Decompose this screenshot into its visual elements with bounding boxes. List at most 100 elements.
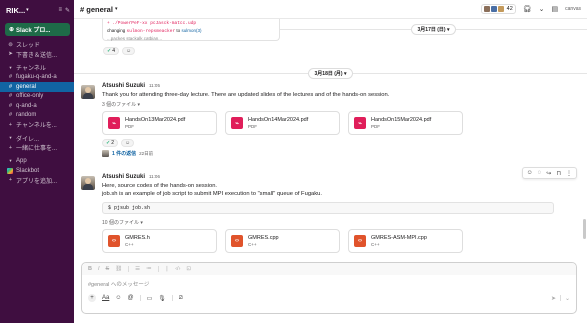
timestamp[interactable]: 11:06	[149, 174, 160, 179]
channel-title[interactable]: # general	[80, 5, 113, 14]
thread-summary[interactable]: 1 件の返信 22日前	[102, 150, 577, 157]
add-reaction-button[interactable]: ☺	[120, 139, 135, 147]
slash-command-icon[interactable]: ⧄	[179, 295, 183, 302]
code-icon[interactable]: ‹/›	[175, 266, 180, 272]
plus-icon: +	[8, 144, 13, 151]
file-card[interactable]: ⌁ HandsOn14Mar2024.pdf PDF	[225, 111, 340, 135]
blockquote-icon[interactable]: ❘	[165, 266, 170, 272]
divider	[139, 295, 141, 301]
sidebar-item-random[interactable]: # random	[0, 111, 74, 121]
sidebar-item-office-only[interactable]: # office-only	[0, 92, 74, 102]
chevron-down-icon[interactable]: ▾	[115, 6, 118, 12]
chevron-down-icon[interactable]: ▾	[26, 7, 29, 13]
sidebar-item-general[interactable]: # general	[0, 82, 74, 92]
file-name: GMRES-ASM-MPI.cpp	[371, 235, 427, 241]
file-type: C++	[248, 242, 257, 247]
scrollbar[interactable]	[583, 219, 586, 239]
file-card[interactable]: ‹› GMRES-ASM-MPI.cpp C++	[348, 229, 463, 253]
code-file-icon: ‹›	[231, 235, 243, 247]
code-block-icon[interactable]: ⊡	[186, 266, 191, 272]
thread-icon: ⊚	[8, 41, 13, 48]
workspace-header[interactable]: RIK... ▾ ≡ ✎	[0, 0, 74, 20]
formatting-toggle-icon[interactable]: Aa	[102, 295, 109, 301]
file-card[interactable]: ⌁ HandsOn13Mar2024.pdf PDF	[102, 111, 217, 135]
date-pill[interactable]: 3月18日 (月) ▾	[307, 67, 354, 79]
sidebar: RIK... ▾ ≡ ✎ ⊕ Slack プロ... ⊚ スレッド ➤ 下書き＆…	[0, 0, 74, 323]
sidebar-item-label: fugaku-q-and-a	[16, 74, 57, 81]
sidebar-item-fugaku-q-and-a[interactable]: # fugaku-q-and-a	[0, 73, 74, 83]
formatting-toolbar: B I S ⛓︎ ☰ ≔ ❘ ‹/› ⊡	[82, 263, 576, 275]
add-app-button[interactable]: + アプリを追加...	[0, 176, 74, 186]
invite-coworkers-button[interactable]: + 一緒に仕事を...	[0, 143, 74, 153]
bulleted-list-icon[interactable]: ≔	[146, 266, 152, 272]
emoji-icon[interactable]: ☺	[115, 295, 121, 301]
files-label[interactable]: 3 個のファイル ▾	[102, 101, 577, 108]
date-label: 3月17日 (日)	[417, 26, 446, 33]
sidebar-item-slackbot[interactable]: Slackbot	[0, 166, 74, 176]
file-name: GMRES.cpp	[248, 235, 279, 241]
file-card[interactable]: ⌁ HandsOn15Mar2024.pdf PDF	[348, 111, 463, 135]
previous-message-attachment: + ./PowerPeF-xx pcJasck-matcc.udp changi…	[102, 19, 280, 41]
file-card[interactable]: ‹› GMRES.h C++	[102, 229, 217, 253]
headphones-icon[interactable]: 🎧︎	[523, 5, 532, 13]
sidebar-item-label: 一緒に仕事を...	[16, 146, 58, 153]
ordered-list-icon[interactable]: ☰	[135, 266, 140, 272]
channel-header: # general ▾ 42 🎧︎ ⌄ ▤ canvas	[74, 0, 587, 19]
thread-reply-link[interactable]: 1 件の返信	[112, 150, 136, 157]
send-icon[interactable]: ➤	[551, 295, 556, 302]
sidebar-item-threads[interactable]: ⊚ スレッド	[0, 40, 74, 50]
file-name: GMRES.h	[125, 235, 150, 241]
mention-icon[interactable]: @	[127, 295, 133, 301]
video-icon[interactable]: ▭	[147, 295, 153, 302]
timestamp[interactable]: 11:05	[149, 83, 160, 88]
strikethrough-icon[interactable]: S	[106, 266, 110, 272]
sidebar-item-drafts[interactable]: ➤ 下書き＆送信...	[0, 50, 74, 60]
attach-plus-icon[interactable]: +	[88, 294, 96, 302]
members-button[interactable]: 42	[480, 4, 516, 14]
slackbot-avatar	[7, 167, 13, 174]
bold-icon[interactable]: B	[88, 266, 92, 272]
composer-actions: + Aa ☺ @ ▭ 🎙︎ ⧄ ➤ ⌄	[82, 292, 576, 304]
avatar[interactable]	[81, 85, 95, 99]
italic-icon[interactable]: I	[98, 266, 100, 272]
canvas-icon[interactable]: ▤	[552, 5, 559, 13]
sidebar-item-label: Slackbot	[16, 167, 40, 174]
file-card[interactable]: ‹› GMRES.cpp C++	[225, 229, 340, 253]
compose-icon[interactable]: ✎	[65, 7, 70, 14]
message-text: job.sh is an example of job script to su…	[102, 191, 322, 197]
inline-link[interactable]: sulmon(3)	[181, 28, 201, 33]
sidebar-item-q-and-a[interactable]: # q-and-a	[0, 101, 74, 111]
chevron-down-icon[interactable]: ⌄	[539, 5, 545, 13]
date-divider: 3月17日 (日) ▾	[280, 23, 587, 35]
message: Atsushi Suzuki 11:05 Thank you for atten…	[81, 83, 577, 157]
canvas-label[interactable]: canvas	[565, 6, 581, 12]
upgrade-pro-button[interactable]: ⊕ Slack プロ...	[5, 23, 70, 36]
avatar[interactable]	[81, 176, 95, 190]
filter-icon[interactable]: ≡	[58, 7, 62, 14]
author-name[interactable]: Atsushi Suzuki	[102, 174, 145, 180]
date-pill[interactable]: 3月17日 (日) ▾	[410, 23, 457, 35]
member-avatar	[483, 6, 490, 12]
member-count: 42	[506, 6, 513, 12]
files-label[interactable]: 10 個のファイル ▾	[102, 219, 577, 226]
file-name: HandsOn14Mar2024.pdf	[248, 117, 309, 123]
link-icon[interactable]: ⛓︎	[115, 266, 122, 272]
author-name[interactable]: Atsushi Suzuki	[102, 83, 145, 89]
avatar	[102, 150, 109, 157]
microphone-icon[interactable]: 🎙︎	[158, 295, 166, 302]
sidebar-item-label: アプリを追加...	[16, 178, 58, 185]
reaction-checkmark[interactable]: ✓ 4	[103, 47, 119, 55]
send-options-icon[interactable]: ⌄	[565, 295, 570, 302]
workspace-name[interactable]: RIK...	[6, 6, 25, 15]
message-input[interactable]: #general へのメッセージ	[82, 275, 576, 292]
add-channel-button[interactable]: + チャンネルを...	[0, 120, 74, 130]
reactions: ✓ 4 ☺	[103, 47, 136, 55]
reaction-checkmark[interactable]: ✓ 2	[102, 139, 118, 147]
add-reaction-button[interactable]: ☺	[121, 47, 136, 55]
pdf-icon: ⌁	[231, 117, 243, 129]
channels-section-header[interactable]: ▾ チャンネル	[0, 63, 74, 73]
apps-section-header[interactable]: ▾ App	[0, 157, 74, 167]
code-snippet: + ./PowerPeF-xx pcJasck-matcc.udp	[107, 21, 197, 26]
dm-section-header[interactable]: ▾ ダイレ...	[0, 134, 74, 144]
sidebar-item-label: random	[16, 112, 37, 119]
